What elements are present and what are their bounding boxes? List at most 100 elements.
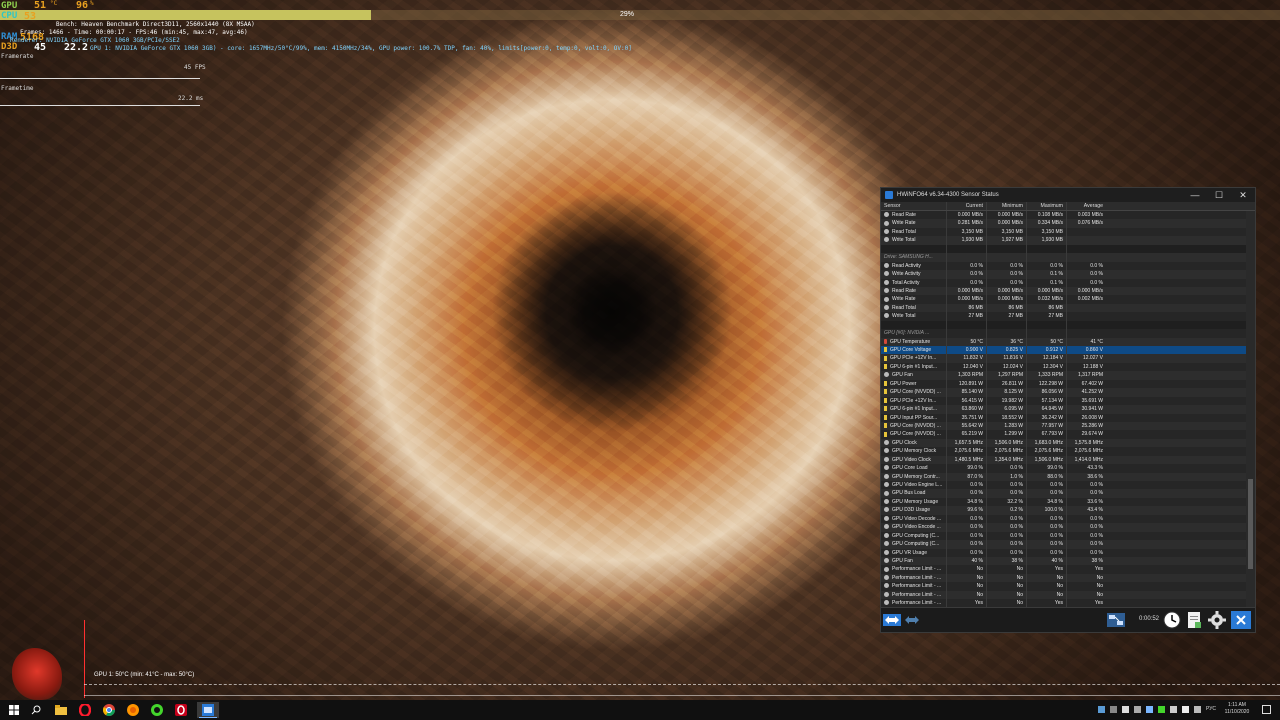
- sensor-row[interactable]: Write Activity 0.0 % 0.0 % 0.1 % 0.0 %: [881, 270, 1247, 279]
- sensor-row[interactable]: GPU Computing (C... 0.0 % 0.0 % 0.0 % 0.0 %: [881, 531, 1247, 541]
- sensor-name: GPU Core (NVVDD) ...: [881, 430, 946, 438]
- taskbar-firefox[interactable]: [125, 702, 141, 718]
- sensor-row[interactable]: GPU Core (NVVDD) ... 55.642 W 1.283 W 77.95…: [881, 421, 1247, 431]
- sensor-row[interactable]: Performance Limit - ... No No Yes Yes: [881, 565, 1247, 574]
- sensor-maximum: [1026, 320, 1066, 330]
- sensor-row[interactable]: Performance Limit - ... No No No No: [881, 582, 1247, 591]
- sensor-row[interactable]: GPU Core Load 99.0 % 0.0 % 99.0 % 43.3 %: [881, 464, 1247, 473]
- sensor-maximum: 88.0 %: [1026, 472, 1066, 481]
- sensor-row[interactable]: GPU Computing (C... 0.0 % 0.0 % 0.0 % 0.0 %: [881, 540, 1247, 549]
- sensor-name: GPU PCIe +12V In...: [881, 354, 946, 362]
- window-titlebar[interactable]: HWiNFO64 v6.34-4300 Sensor Status — ☐ ✕: [881, 188, 1255, 202]
- tray-speaker-icon[interactable]: [1182, 706, 1189, 713]
- sensor-row[interactable]: GPU Bus Load 0.0 % 0.0 % 0.0 % 0.0 %: [881, 489, 1247, 498]
- sensor-row[interactable]: Performance Limit - ... No No No No: [881, 573, 1247, 583]
- search-button[interactable]: [28, 702, 44, 718]
- tray-audio-icon[interactable]: [1122, 706, 1129, 713]
- sensor-row[interactable]: GPU Core (NVVDD) ... 65.219 W 1.299 W 67.79…: [881, 430, 1247, 439]
- column-header-minimum[interactable]: Minimum: [986, 202, 1026, 210]
- sensor-name-label: GPU PCIe +12V In...: [890, 397, 937, 404]
- settings-button[interactable]: [1207, 611, 1227, 629]
- column-header-average[interactable]: Average: [1066, 202, 1106, 210]
- tray-language[interactable]: РУС: [1206, 706, 1216, 712]
- sensor-row[interactable]: GPU Memory Contr... 87.0 % 1.0 % 88.0 % 38.6…: [881, 472, 1247, 481]
- sensor-row[interactable]: GPU Video Engine L... 0.0 % 0.0 % 0.0 % 0.0 …: [881, 481, 1247, 490]
- taskbar-opera-gx[interactable]: [173, 702, 189, 718]
- sensor-row[interactable]: GPU Input PP Sour... 35.751 W 18.552 W 36.2…: [881, 413, 1247, 422]
- tray-network-icon[interactable]: [1098, 706, 1105, 713]
- sensor-row[interactable]: Read Total 3,150 MB 3,150 MB 3,150 MB: [881, 227, 1247, 237]
- sensor-current: 50 °C: [946, 337, 986, 346]
- tray-hwinfo-icon[interactable]: [1146, 706, 1153, 713]
- sensor-row[interactable]: GPU PCIe +12V In... 11.832 V 11.816 V 12.18…: [881, 354, 1247, 363]
- sensor-row[interactable]: Write Total 27 MB 27 MB 27 MB: [881, 312, 1247, 321]
- taskbar-razer[interactable]: [149, 702, 165, 718]
- layout-button[interactable]: [1105, 611, 1127, 629]
- column-header-maximum[interactable]: Maximum: [1026, 202, 1066, 210]
- tray-app-icon[interactable]: [1110, 706, 1117, 713]
- notification-icon[interactable]: [1262, 705, 1271, 714]
- sensor-row[interactable]: Read Rate 0.000 MB/s 0.000 MB/s 0.108 MB/s 0…: [881, 211, 1247, 220]
- sensor-group-row[interactable]: Drive: SAMSUNG H...: [881, 253, 1247, 262]
- minimize-button[interactable]: —: [1183, 188, 1207, 202]
- sensor-row[interactable]: GPU PCIe +12V In... 56.415 W 19.982 W 57.13…: [881, 396, 1247, 406]
- sensor-row[interactable]: GPU D3D Usage 99.6 % 0.2 % 100.0 % 43.4 %: [881, 506, 1247, 515]
- sensor-row[interactable]: Read Total 86 MB 86 MB 86 MB: [881, 303, 1247, 313]
- close-button[interactable]: ✕: [1231, 188, 1255, 202]
- sensor-row[interactable]: Read Rate 0.000 MB/s 0.000 MB/s 0.000 MB/s 0…: [881, 286, 1247, 296]
- sensor-maximum: 0.0 %: [1026, 481, 1066, 490]
- sensor-current: 0.0 %: [946, 489, 986, 498]
- sensor-row[interactable]: GPU Memory Usage 34.8 % 32.2 % 34.8 % 33.6 %: [881, 497, 1247, 507]
- tray-monitor-icon[interactable]: [1134, 706, 1141, 713]
- maximize-button[interactable]: ☐: [1207, 188, 1231, 202]
- hwinfo-sensor-window[interactable]: HWiNFO64 v6.34-4300 Sensor Status — ☐ ✕ …: [880, 187, 1256, 633]
- clock-icon: [1163, 611, 1181, 629]
- lightning-icon: [884, 347, 887, 353]
- taskbar-hwinfo[interactable]: [197, 702, 219, 718]
- tray-chevron-icon[interactable]: [1170, 706, 1177, 713]
- scrollbar-thumb[interactable]: [1248, 479, 1253, 569]
- sensor-row[interactable]: Performance Limit - ... No No No No: [881, 590, 1247, 600]
- sensor-average: 12.188 V: [1066, 362, 1106, 372]
- sensor-row[interactable]: GPU Video Decode ... 0.0 % 0.0 % 0.0 % 0.0 %: [881, 514, 1247, 524]
- sensor-row[interactable]: GPU 6-pin #1 Input... 12.040 V 12.024 V 12.…: [881, 362, 1247, 372]
- sensor-table-scrollbar[interactable]: [1246, 211, 1255, 608]
- sensor-row[interactable]: Write Rate 0.000 MB/s 0.000 MB/s 0.032 MB/s…: [881, 295, 1247, 304]
- sensor-row[interactable]: GPU Memory Clock 2,075.6 MHz 2,075.6 MHz 2,…: [881, 447, 1247, 456]
- sensor-group-row[interactable]: GPU [#0]: NVIDIA ...: [881, 329, 1247, 338]
- sensor-row[interactable]: GPU Power 120.891 W 26.811 W 122.298 W 67.40…: [881, 379, 1247, 389]
- taskbar-file-explorer[interactable]: [53, 702, 69, 718]
- sensor-name: GPU Power: [881, 380, 946, 388]
- taskbar-chrome[interactable]: [101, 702, 117, 718]
- log-button[interactable]: [1184, 611, 1204, 629]
- sensor-row[interactable]: GPU Clock 1,657.5 MHz 1,506.0 MHz 1,683.0 M…: [881, 438, 1247, 448]
- reset-timer-button[interactable]: [1162, 611, 1182, 629]
- taskbar-opera[interactable]: [77, 702, 93, 718]
- collapse-button[interactable]: [903, 611, 921, 629]
- tray-razer-icon[interactable]: [1158, 706, 1165, 713]
- column-header-current[interactable]: Current: [946, 202, 986, 210]
- start-button[interactable]: [6, 702, 22, 718]
- sensor-current: No: [946, 590, 986, 600]
- sensor-row[interactable]: GPU Core Voltage 0.900 V 0.825 V 0.912 V 0.8…: [881, 346, 1247, 355]
- sensor-row[interactable]: GPU Fan 1,303 RPM 1,297 RPM 1,333 RPM 1,317 …: [881, 371, 1247, 380]
- sensor-row[interactable]: Total Activity 0.0 % 0.0 % 0.1 % 0.0 %: [881, 278, 1247, 287]
- sensor-row[interactable]: GPU Video Clock 1,480.5 MHz 1,354.0 MHz 1,5…: [881, 455, 1247, 465]
- sensor-row[interactable]: Write Total 1,930 MB 1,927 MB 1,930 MB: [881, 236, 1247, 245]
- sensor-row[interactable]: Write Rate 0.281 MB/s 0.000 MB/s 0.334 MB/s…: [881, 219, 1247, 228]
- sensor-average: 67.402 W: [1066, 379, 1106, 389]
- sensor-row[interactable]: GPU Core (NVVDD) ... 85.140 W 8.125 W 86.05…: [881, 388, 1247, 397]
- sensor-row[interactable]: Read Activity 0.0 % 0.0 % 0.0 % 0.0 %: [881, 261, 1247, 271]
- close-sensors-button[interactable]: [1231, 611, 1251, 629]
- tray-clock[interactable]: 1:11 AM 11/10/2020: [1222, 702, 1252, 716]
- tray-wifi-icon[interactable]: [1194, 706, 1201, 713]
- sensor-row[interactable]: GPU 6-pin #1 Input... 63.860 W 6.095 W 64.9…: [881, 405, 1247, 414]
- sensor-row[interactable]: GPU VR Usage 0.0 % 0.0 % 0.0 % 0.0 %: [881, 548, 1247, 557]
- sensor-name-label: GPU Memory Usage: [892, 498, 939, 505]
- sensor-row[interactable]: GPU Temperature 50 °C 36 °C 50 °C 41 °C: [881, 337, 1247, 346]
- column-header-sensor[interactable]: Sensor: [881, 202, 946, 210]
- sensor-table-body[interactable]: Read Rate 0.000 MB/s 0.000 MB/s 0.108 MB/s 0…: [881, 211, 1247, 608]
- sensor-row[interactable]: GPU Fan 40 % 38 % 40 % 38 %: [881, 556, 1247, 566]
- expand-collapse-button[interactable]: [883, 611, 901, 629]
- sensor-row[interactable]: GPU Video Encode ... 0.0 % 0.0 % 0.0 % 0.0 %: [881, 523, 1247, 532]
